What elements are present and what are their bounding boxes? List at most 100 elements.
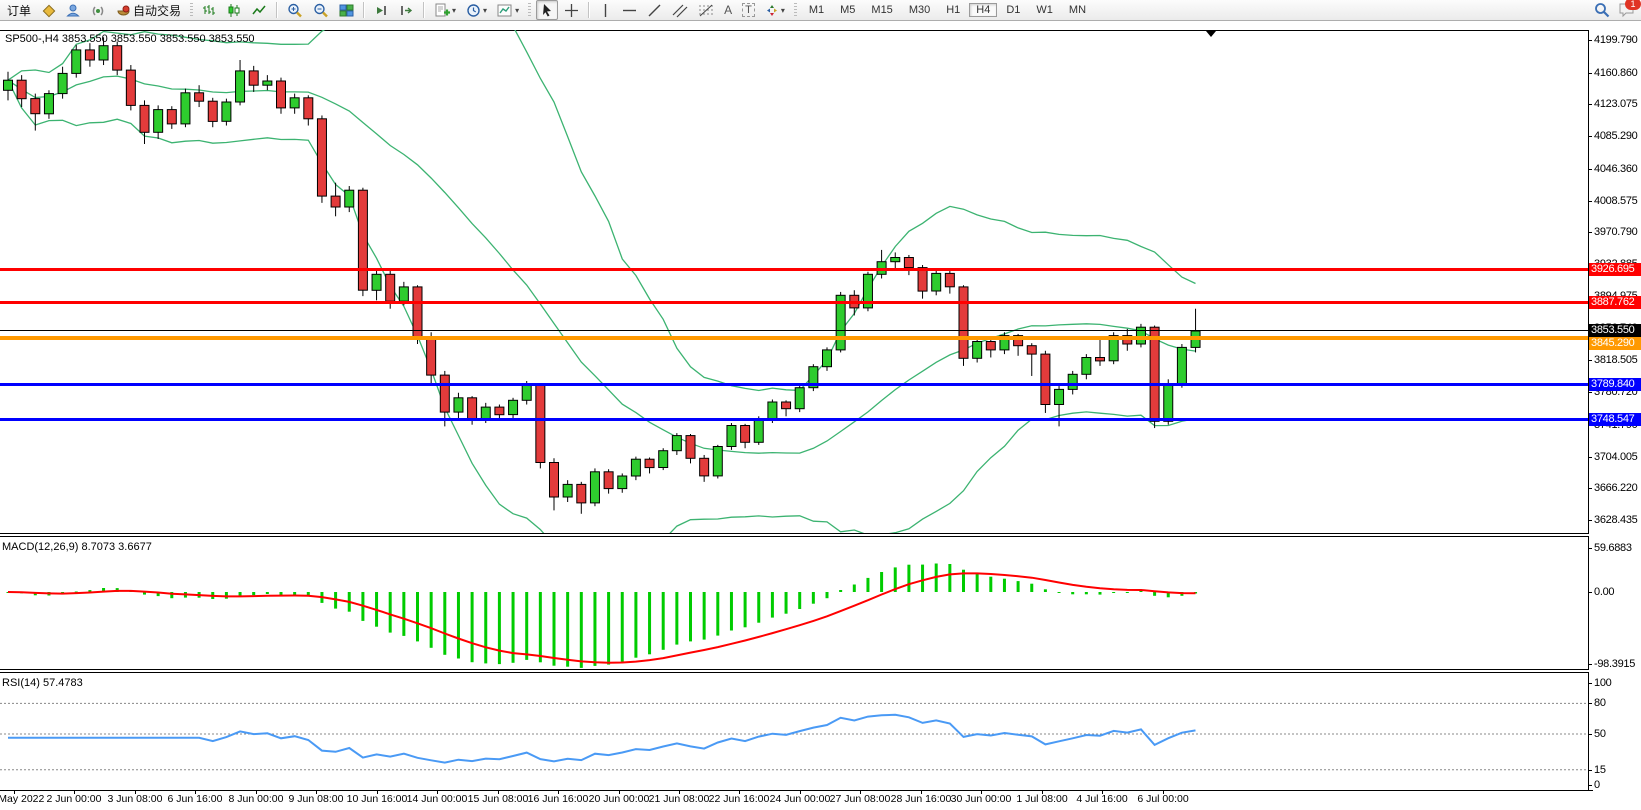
price-level-badge: 3748.547 [1589,413,1641,426]
rsi-tick-label: 50 [1594,728,1606,740]
time-tick-label: 15 Jun 08:00 [468,793,529,805]
macd-tick-label: 59.6883 [1594,542,1632,554]
crosshair-icon [564,3,579,18]
price-tick-mark [1589,169,1592,170]
time-tick-label: 30 Jun 00:00 [951,793,1012,805]
candlestick-chart-button[interactable] [223,0,246,20]
price-level-badge: 3887.762 [1589,296,1641,309]
rsi-tick-mark [1589,785,1592,786]
time-tick-label: 24 Jun 00:00 [770,793,831,805]
autotrade-label: 自动交易 [133,2,181,19]
rsi-tick-mark [1589,683,1592,684]
search-icon[interactable] [1594,2,1610,18]
add-indicator-button[interactable]: ▾ [430,0,460,20]
price-tick-mark [1589,457,1592,458]
price-level-line [0,268,1588,271]
toolbar-right-group: 1 [1594,2,1637,18]
vertical-line-tool[interactable] [595,0,616,20]
price-tick-label: 4199.790 [1594,34,1637,46]
dropdown-caret: ▾ [483,6,487,15]
vertical-line-icon [599,3,612,18]
rsi-tick-label: 100 [1594,677,1611,689]
toolbar-separator [423,2,425,18]
time-tick-label: 31 May 2022 [0,793,44,805]
timeframe-M30[interactable]: M30 [902,3,937,17]
chart-bottom-border [0,790,1593,791]
fibonacci-tool[interactable] [694,0,718,20]
arrows-tool[interactable]: ▾ [761,0,789,20]
timeframe-bar: M1M5M15M30H1H4D1W1MN [801,2,1094,18]
timeframe-clock-icon [466,3,481,18]
chart-shift-button[interactable] [395,0,418,20]
current-price-badge: 3853.550 [1589,324,1641,337]
timeframe-W1[interactable]: W1 [1029,3,1060,17]
rsi-panel[interactable] [0,675,1588,790]
line-chart-button[interactable] [248,0,271,20]
time-tick-label: 14 Jun 00:00 [407,793,468,805]
autotrade-button[interactable]: 自动交易 [112,0,185,20]
time-tick-label: 8 Jun 00:00 [229,793,284,805]
time-tick-label: 3 Jun 08:00 [108,793,163,805]
toolbar-separator [588,2,590,18]
zoom-in-button[interactable] [283,0,307,20]
timeframe-H4[interactable]: H4 [969,3,997,17]
main-chart[interactable] [0,30,1588,533]
price-tick-label: 3970.790 [1594,226,1637,238]
price-axis-border [1588,30,1589,790]
price-tick-mark [1589,40,1592,41]
cursor-tool-button[interactable] [536,0,558,20]
macd-indicator-label: MACD(12,26,9) 8.7073 3.6677 [2,541,152,553]
timeframe-D1[interactable]: D1 [999,3,1027,17]
toolbar-separator [276,2,278,18]
equidistant-channel-tool[interactable] [668,0,692,20]
template-button[interactable]: ▾ [493,0,523,20]
text-tool[interactable]: A [720,0,736,20]
price-tick-label: 3628.435 [1594,514,1637,526]
horizontal-line-icon [622,3,637,18]
auto-scroll-button[interactable] [370,0,393,20]
time-tick-label: 27 Jun 08:00 [830,793,891,805]
horizontal-line-tool[interactable] [618,0,641,20]
time-tick-label: 10 Jun 16:00 [347,793,408,805]
price-tick-label: 3818.505 [1594,354,1637,366]
new-order-button[interactable] [37,0,60,20]
bar-chart-icon [202,3,217,18]
panel-divider[interactable] [0,533,1589,537]
price-tick-mark [1589,488,1592,489]
signal-icon [91,3,106,18]
rsi-tick-label: 80 [1594,697,1606,709]
price-tick-label: 3704.005 [1594,451,1637,463]
timeframe-H1[interactable]: H1 [939,3,967,17]
trend-line-tool[interactable] [643,0,666,20]
chat-button[interactable]: 1 [1618,2,1635,18]
rsi-tick-label: 15 [1594,764,1606,776]
cursor-icon [540,3,554,18]
chat-unread-badge: 1 [1625,0,1641,10]
zoom-out-button[interactable] [309,0,333,20]
price-tick-mark [1589,360,1592,361]
add-indicator-icon [434,3,450,18]
zoom-in-icon [287,3,303,18]
dropdown-caret: ▾ [452,6,456,15]
equidistant-channel-icon [672,3,688,18]
bar-chart-button[interactable] [198,0,221,20]
text-label-tool[interactable]: T [738,0,759,20]
price-level-line [0,383,1588,386]
tile-windows-button[interactable] [335,0,358,20]
orders-label: 订单 [7,2,31,19]
macd-panel[interactable] [0,539,1588,669]
panel-divider[interactable] [0,669,1589,673]
rsi-tick-mark [1589,770,1592,771]
signal-button[interactable] [87,0,110,20]
profile-icon [66,3,81,18]
profile-button[interactable] [62,0,85,20]
orders-button[interactable]: 订单 [1,0,35,20]
price-tick-label: 4008.575 [1594,195,1637,207]
toolbar-separator [363,2,365,18]
timeframe-M15[interactable]: M15 [864,3,899,17]
timeframe-M5[interactable]: M5 [833,3,862,17]
timeframe-M1[interactable]: M1 [802,3,831,17]
crosshair-tool-button[interactable] [560,0,583,20]
timeframe-MN[interactable]: MN [1062,3,1093,17]
timeframe-clock-button[interactable]: ▾ [462,0,491,20]
